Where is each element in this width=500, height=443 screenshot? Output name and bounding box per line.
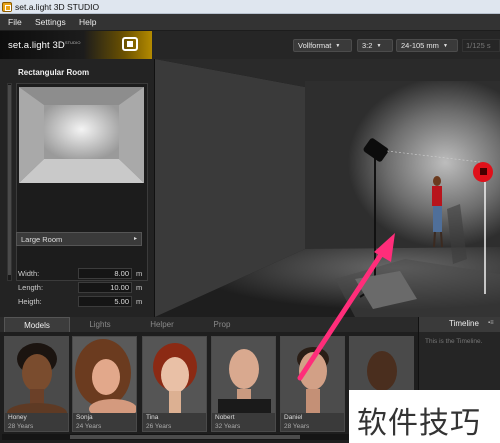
model-portrait: [212, 337, 275, 413]
width-unit: m: [136, 269, 143, 278]
model-name: Daniel: [284, 414, 303, 421]
window-title: set.a.light 3D STUDIO: [15, 2, 100, 12]
room-preview-frame: [16, 83, 148, 281]
model-age: 32 Years: [215, 423, 241, 430]
timeline-header: Timeline ▪≡: [418, 317, 500, 332]
model-name: Honey: [8, 414, 27, 421]
room-preview-graphic: [19, 87, 144, 183]
menu-bar: File Settings Help: [0, 14, 500, 31]
chevron-right-icon: ▸: [133, 236, 137, 242]
model-card[interactable]: Daniel 28 Years: [280, 336, 345, 432]
model-card[interactable]: Sonja 24 Years: [72, 336, 137, 432]
menu-file[interactable]: File: [8, 17, 22, 27]
minimize-icon[interactable]: ▪≡: [488, 320, 494, 326]
dimension-row-height: Heigth: 5.00 m: [18, 296, 146, 308]
aspect-ratio-value: 3:2: [362, 41, 373, 50]
length-input[interactable]: 10.00: [78, 282, 132, 293]
camera-frame-icon: [122, 37, 138, 51]
tab-prop[interactable]: Prop: [194, 317, 250, 332]
timeline-title: Timeline: [449, 319, 479, 328]
brand-superscript: STUDIO: [64, 40, 81, 45]
studio-3d-viewport[interactable]: [155, 59, 500, 317]
model-card[interactable]: Nobert 32 Years: [211, 336, 276, 432]
brand-logo: set.a.light 3DSTUDIO: [8, 40, 81, 51]
model-age: 28 Years: [8, 423, 34, 430]
watermark-text: 软件技巧: [357, 406, 481, 441]
room-panel: Rectangular Room Large Room ▸ Width: 8.0…: [0, 59, 155, 317]
scrollbar-thumb[interactable]: [70, 435, 300, 439]
aspect-ratio-dropdown[interactable]: 3:2 ▼: [357, 39, 393, 52]
tab-helper[interactable]: Helper: [130, 317, 194, 332]
lens-dropdown[interactable]: 24-105 mm ▼: [396, 39, 458, 52]
window-titlebar: set.a.light 3D STUDIO: [0, 0, 500, 14]
sensor-format-value: Vollformat: [298, 41, 332, 50]
model-age: 28 Years: [284, 423, 310, 430]
library-tabs: Models Lights Helper Prop: [0, 317, 418, 332]
height-unit: m: [136, 297, 143, 306]
room-preview-image: [19, 87, 144, 183]
room-panel-scrollbar[interactable]: [7, 83, 12, 281]
dimension-row-length: Length: 10.00 m: [18, 282, 146, 294]
model-name: Tina: [146, 414, 159, 421]
model-age: 26 Years: [146, 423, 172, 430]
menu-help[interactable]: Help: [79, 17, 96, 27]
shutter-speed-field[interactable]: 1/125 s: [462, 39, 500, 52]
model-age: 24 Years: [76, 423, 102, 430]
model-name: Sonja: [76, 414, 93, 421]
studio-scene: [155, 59, 500, 317]
dimension-row-width: Width: 8.00 m: [18, 268, 146, 280]
height-label: Heigth:: [18, 297, 42, 306]
model-gallery-scrollbar[interactable]: [2, 434, 350, 440]
model-card[interactable]: Tina 26 Years: [142, 336, 207, 432]
timeline-placeholder: This is the Timeline.: [425, 338, 483, 345]
brand-name: set.a.light 3D: [8, 40, 65, 52]
model-portrait: [73, 337, 136, 413]
brand-bar: set.a.light 3DSTUDIO: [0, 31, 152, 59]
tab-models[interactable]: Models: [4, 317, 70, 332]
room-panel-title: Rectangular Room: [18, 68, 90, 77]
model-portrait: [5, 337, 68, 413]
room-size-value: Large Room: [21, 235, 63, 244]
width-input[interactable]: 8.00: [78, 268, 132, 279]
height-input[interactable]: 5.00: [78, 296, 132, 307]
room-size-dropdown[interactable]: Large Room ▸: [16, 232, 142, 246]
camera-toolbar: Vollformat ▼ 3:2 ▼ 24-105 mm ▼ 1/125 s: [152, 31, 500, 59]
model-name: Nobert: [215, 414, 235, 421]
width-label: Width:: [18, 269, 40, 278]
menu-settings[interactable]: Settings: [35, 17, 66, 27]
app-logo-icon: [2, 2, 12, 12]
tab-lights[interactable]: Lights: [70, 317, 130, 332]
chevron-down-icon: ▼: [442, 43, 448, 49]
length-unit: m: [136, 283, 143, 292]
length-label: Length:: [18, 283, 44, 292]
sensor-format-dropdown[interactable]: Vollformat ▼: [293, 39, 352, 52]
chevron-down-icon: ▼: [376, 43, 382, 49]
scrollbar-thumb[interactable]: [8, 85, 11, 275]
model-portrait: [143, 337, 206, 413]
chevron-down-icon: ▼: [335, 43, 341, 49]
model-card[interactable]: Honey 28 Years: [4, 336, 69, 432]
lens-value: 24-105 mm: [401, 41, 439, 50]
model-portrait: [281, 337, 344, 413]
watermark: 软件技巧: [349, 390, 500, 443]
